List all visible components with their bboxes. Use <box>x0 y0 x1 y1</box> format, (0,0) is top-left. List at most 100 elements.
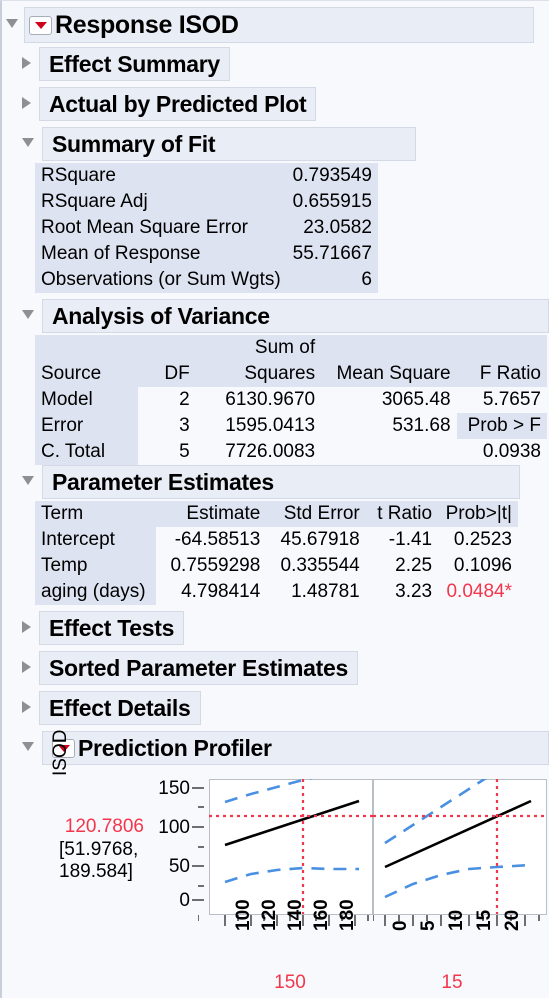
section-header-analysis-of-variance: Analysis of Variance <box>42 299 549 333</box>
disclosure-triangle-open-icon[interactable] <box>22 476 34 485</box>
anova-sum-squares: 7726.0083 <box>225 441 316 462</box>
section-prediction-profiler[interactable]: Prediction Profiler <box>22 731 549 765</box>
profiler-panel-temp[interactable] <box>209 779 373 915</box>
section-header-summary-of-fit: Summary of Fit <box>42 127 416 161</box>
table-header-row: Sum of <box>35 335 547 361</box>
red-triangle-menu-icon[interactable] <box>29 15 52 35</box>
pe-t-ratio: 2.25 <box>395 555 433 576</box>
profiler-x-tick-aging-20: 20 <box>502 909 523 931</box>
pe-term: Intercept <box>35 527 157 553</box>
pe-header-t-ratio: t Ratio <box>365 501 439 527</box>
profiler-ci-upper: 189.584] <box>59 861 133 882</box>
section-summary-of-fit[interactable]: Summary of Fit <box>22 127 416 161</box>
disclosure-triangle-closed-icon[interactable] <box>22 621 31 633</box>
summary-row-value: 23.0582 <box>286 215 378 241</box>
disclosure-triangle-closed-icon[interactable] <box>22 701 31 713</box>
section-title-text: Response ISOD <box>55 10 239 39</box>
disclosure-triangle-open-icon[interactable] <box>22 138 34 147</box>
pe-term: Temp <box>35 553 157 579</box>
section-header-prediction-profiler[interactable]: Prediction Profiler <box>42 731 549 765</box>
prediction-profiler-graph: ISOD 120.7806 [51.9768, 189.584] 150 100… <box>2 730 549 998</box>
profiler-x-tick-aging-15: 15 <box>474 909 495 931</box>
anova-sum-squares: 1595.0413 <box>225 415 316 436</box>
pe-std-error: 1.48781 <box>291 581 360 602</box>
anova-f-ratio: 5.7657 <box>482 389 541 410</box>
summary-row-label: RSquare <box>35 163 287 189</box>
pe-estimate: 4.798414 <box>181 581 261 602</box>
anova-df: 2 <box>179 389 190 410</box>
profiler-y-tick-0: 0 <box>179 890 190 911</box>
summary-row-value: 0.793549 <box>286 163 378 189</box>
disclosure-triangle-closed-icon[interactable] <box>22 661 31 673</box>
disclosure-triangle-closed-icon[interactable] <box>22 57 31 69</box>
profiler-current-value-temp[interactable]: 150 <box>250 972 330 994</box>
anova-table: Sum of Source DF Squares Mean Square F R… <box>35 335 547 465</box>
anova-header-spacer-4 <box>456 335 547 361</box>
section-header-effect-details[interactable]: Effect Details <box>39 691 201 725</box>
anova-header-mean-square: Mean Square <box>321 361 457 387</box>
disclosure-triangle-open-icon[interactable] <box>22 310 34 319</box>
pe-std-error: 0.335544 <box>280 555 360 576</box>
anova-mean-square: 3065.48 <box>381 389 451 410</box>
section-effect-details[interactable]: Effect Details <box>22 691 201 725</box>
section-title-text: Prediction Profiler <box>78 734 272 761</box>
pe-t-ratio: 3.23 <box>395 581 433 602</box>
summary-row-label: Mean of Response <box>35 241 287 267</box>
anova-header-sum-of-squares-line2: Squares <box>195 361 322 387</box>
disclosure-triangle-open-icon[interactable] <box>6 19 18 28</box>
section-parameter-estimates[interactable]: Parameter Estimates <box>22 465 520 499</box>
pe-estimate: -64.58513 <box>174 529 261 550</box>
anova-header-source: Source <box>35 361 139 387</box>
section-header-actual-by-predicted-plot[interactable]: Actual by Predicted Plot <box>39 87 317 121</box>
section-effect-summary[interactable]: Effect Summary <box>22 47 230 81</box>
section-header-effect-summary[interactable]: Effect Summary <box>39 47 230 81</box>
anova-prob-f-label: Prob > F <box>456 413 547 439</box>
pe-prob: 0.1096 <box>453 555 512 576</box>
table-row: Intercept -64.58513 45.67918 -1.41 0.252… <box>35 527 518 553</box>
anova-header-f-ratio: F Ratio <box>456 361 547 387</box>
profiler-panel-aging[interactable] <box>373 779 547 915</box>
profiler-predicted-value: 120.7806 <box>64 816 144 837</box>
section-header-effect-tests[interactable]: Effect Tests <box>39 611 185 645</box>
profiler-x-tick-temp-140: 140 <box>285 899 306 931</box>
section-header-response-isod[interactable]: Response ISOD <box>24 7 534 43</box>
disclosure-triangle-open-icon[interactable] <box>22 742 34 751</box>
profiler-y-tick-50: 50 <box>168 856 190 877</box>
anova-sum-squares: 6130.9670 <box>225 389 316 410</box>
pe-t-ratio: -1.41 <box>388 529 433 550</box>
profiler-y-tick-150: 150 <box>158 778 190 799</box>
profiler-x-tick-aging-10: 10 <box>446 909 467 931</box>
anova-df: 3 <box>179 415 190 436</box>
anova-df: 5 <box>179 441 190 462</box>
anova-mean-square: 531.68 <box>392 415 451 436</box>
profiler-x-tick-temp-100: 100 <box>233 899 254 931</box>
table-row: aging (days) 4.798414 1.48781 3.23 0.048… <box>35 579 518 605</box>
section-analysis-of-variance[interactable]: Analysis of Variance <box>22 299 549 333</box>
summary-row-value: 0.655915 <box>286 189 378 215</box>
section-actual-by-predicted-plot[interactable]: Actual by Predicted Plot <box>22 87 317 121</box>
profiler-ci-lower: [51.9768, <box>59 839 139 860</box>
section-effect-tests[interactable]: Effect Tests <box>22 611 185 645</box>
section-response-isod[interactable]: Response ISOD <box>6 7 534 43</box>
section-sorted-parameter-estimates[interactable]: Sorted Parameter Estimates <box>22 651 359 685</box>
anova-source: C. Total <box>35 439 139 465</box>
summary-row-label: RSquare Adj <box>35 189 287 215</box>
profiler-current-value-aging[interactable]: 15 <box>412 972 492 994</box>
anova-header-df: DF <box>138 361 196 387</box>
anova-header-spacer-3 <box>321 335 457 361</box>
section-header-parameter-estimates: Parameter Estimates <box>42 465 520 499</box>
profiler-x-tick-temp-180: 180 <box>337 899 358 931</box>
section-header-sorted-parameter-estimates[interactable]: Sorted Parameter Estimates <box>39 651 359 685</box>
table-header-row: Term Estimate Std Error t Ratio Prob>|t| <box>35 501 518 527</box>
summary-row-value: 6 <box>286 267 378 293</box>
summary-row-value: 55.71667 <box>286 241 378 267</box>
table-row: Mean of Response 55.71667 <box>35 241 378 267</box>
table-row: Observations (or Sum Wgts) 6 <box>35 267 378 293</box>
profiler-x-tick-aging-0: 0 <box>390 920 411 931</box>
table-row: Error 3 1595.0413 531.68 Prob > F <box>35 413 547 439</box>
anova-header-sum-of-squares-line1: Sum of <box>195 335 322 361</box>
pe-std-error: 45.67918 <box>280 529 360 550</box>
pe-prob: 0.2523 <box>453 529 512 550</box>
anova-source: Model <box>35 387 139 413</box>
disclosure-triangle-closed-icon[interactable] <box>22 97 31 109</box>
